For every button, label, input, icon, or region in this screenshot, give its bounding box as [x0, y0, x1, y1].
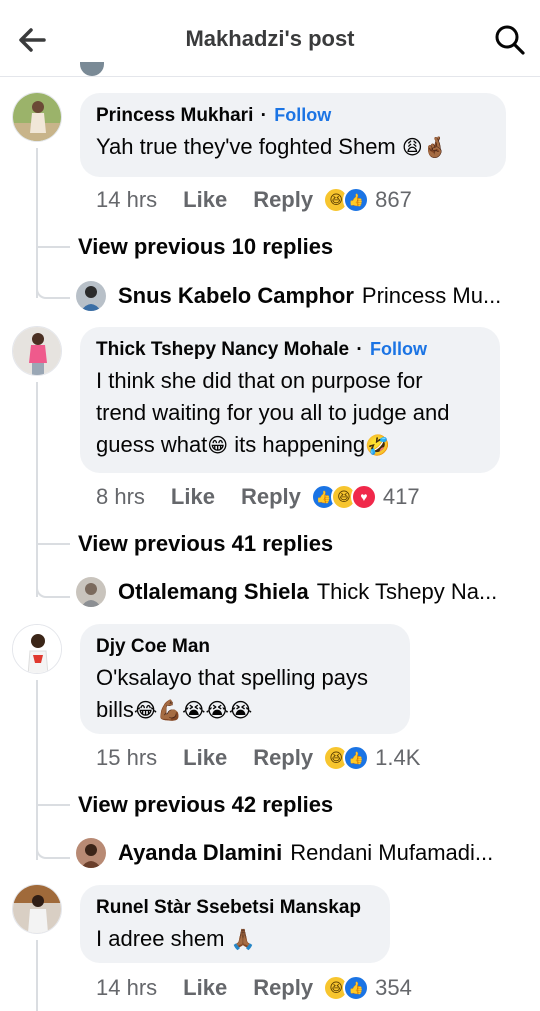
reply-author[interactable]: Snus Kabelo Camphor: [118, 283, 354, 309]
follow-button[interactable]: Follow: [370, 339, 427, 359]
thread-branch: [36, 576, 70, 598]
comment-text: I adree shem: [96, 926, 225, 951]
thread-branch: [38, 246, 70, 248]
reaction-icons[interactable]: 👍 😆 ♥: [310, 484, 377, 510]
comment-actions: 14 hrs Like Reply 😆 👍 867: [96, 185, 412, 215]
thread-branch: [36, 837, 70, 859]
search-icon: [495, 25, 525, 55]
grinning-emoji: 😁: [207, 433, 229, 457]
reply-preview[interactable]: Snus Kabelo Camphor Princess Mu...: [76, 280, 526, 312]
reply-author[interactable]: Ayanda Dlamini: [118, 840, 282, 866]
reaction-count: 354: [375, 975, 412, 1000]
reply-button[interactable]: Reply: [253, 187, 313, 213]
comment-actions: 8 hrs Like Reply 👍 😆 ♥ 417: [96, 482, 420, 512]
comment-text-line: O'ksalayo that spelling pays: [96, 665, 369, 690]
comment-time: 15 hrs: [96, 745, 158, 770]
reaction-count: 867: [375, 187, 412, 212]
comment-text-line: guess what: [96, 432, 208, 457]
reply-button[interactable]: Reply: [241, 484, 301, 510]
comment-actions: 14 hrs Like Reply 😆 👍 354: [96, 973, 412, 1003]
thread-line: [36, 148, 38, 298]
avatar: [76, 281, 106, 311]
comment-author[interactable]: Princess Mukhari: [96, 105, 253, 126]
reply-preview[interactable]: Ayanda Dlamini Rendani Mufamadi...: [76, 837, 526, 869]
like-button[interactable]: Like: [183, 975, 227, 1001]
reaction-count: 1.4K: [375, 745, 421, 770]
thread-line: [36, 940, 38, 1011]
like-reaction-icon: 👍: [343, 745, 370, 771]
reply-text: Thick Tshepy Na...: [316, 579, 498, 604]
reply-text: Princess Mu...: [361, 283, 502, 308]
comment-time: 14 hrs: [96, 975, 158, 1000]
comment-text-line: its happening: [228, 432, 366, 457]
like-button[interactable]: Like: [183, 187, 227, 213]
avatar: [76, 577, 106, 607]
comment-bubble[interactable]: Runel Stàr Ssebetsi Manskap I adree shem…: [80, 885, 390, 963]
reply-preview[interactable]: Otlalemang Shiela Thick Tshepy Na...: [76, 576, 526, 608]
comment-bubble[interactable]: Djy Coe Man O'ksalayo that spelling pays…: [80, 624, 410, 734]
reaction-icons[interactable]: 😆 👍: [323, 187, 370, 213]
reaction-count: 417: [382, 484, 420, 509]
comment-time: 14 hrs: [96, 187, 158, 212]
avatar[interactable]: [12, 92, 62, 142]
comment-emoji: 🙏🏾: [230, 927, 256, 951]
reaction-icons[interactable]: 😆 👍: [323, 975, 370, 1001]
thread-branch: [38, 804, 70, 806]
comment-author[interactable]: Runel Stàr Ssebetsi Manskap: [96, 897, 361, 918]
follow-button[interactable]: Follow: [274, 105, 331, 125]
rofl-emoji: 🤣: [365, 433, 391, 457]
like-button[interactable]: Like: [171, 484, 215, 510]
avatar[interactable]: [12, 884, 62, 934]
avatar[interactable]: [12, 624, 62, 674]
view-previous-replies[interactable]: View previous 41 replies: [78, 531, 333, 557]
comment-emoji: 😂💪🏾😭😭😭: [133, 698, 253, 722]
search-button[interactable]: [492, 22, 528, 58]
reply-button[interactable]: Reply: [253, 745, 313, 771]
view-previous-replies[interactable]: View previous 10 replies: [78, 234, 333, 260]
comment-time: 8 hrs: [96, 484, 145, 509]
comment-text-line: I think she did that on purpose for: [96, 368, 423, 393]
comment-text-line: trend waiting for you all to judge and: [96, 400, 450, 425]
thread-branch: [38, 543, 70, 545]
comment-author[interactable]: Djy Coe Man: [96, 636, 210, 657]
reply-author[interactable]: Otlalemang Shiela: [118, 579, 309, 605]
avatar: [76, 838, 106, 868]
comment-bubble[interactable]: Princess Mukhari · Follow Yah true they'…: [80, 93, 506, 177]
comment-bubble[interactable]: Thick Tshepy Nancy Mohale · Follow I thi…: [80, 327, 500, 473]
reply-button[interactable]: Reply: [253, 975, 313, 1001]
avatar[interactable]: [12, 326, 62, 376]
comment-text-line: bills: [96, 697, 134, 722]
comment-text: Yah true they've foghted Shem: [96, 134, 396, 159]
comment-author[interactable]: Thick Tshepy Nancy Mohale: [96, 339, 349, 360]
like-button[interactable]: Like: [183, 745, 227, 771]
reaction-icons[interactable]: 😆 👍: [323, 745, 370, 771]
love-reaction-icon: ♥: [350, 484, 377, 510]
page-title: Makhadzi's post: [185, 26, 355, 51]
comment-actions: 15 hrs Like Reply 😆 👍 1.4K: [96, 743, 420, 773]
comment-emoji: 😩🤞🏾: [401, 135, 448, 159]
thread-line: [36, 680, 38, 860]
like-reaction-icon: 👍: [343, 975, 370, 1001]
view-previous-replies[interactable]: View previous 42 replies: [78, 792, 333, 818]
reply-text: Rendani Mufamadi...: [290, 840, 494, 865]
thread-branch: [36, 277, 70, 299]
thread-line: [36, 382, 38, 597]
like-reaction-icon: 👍: [343, 187, 370, 213]
